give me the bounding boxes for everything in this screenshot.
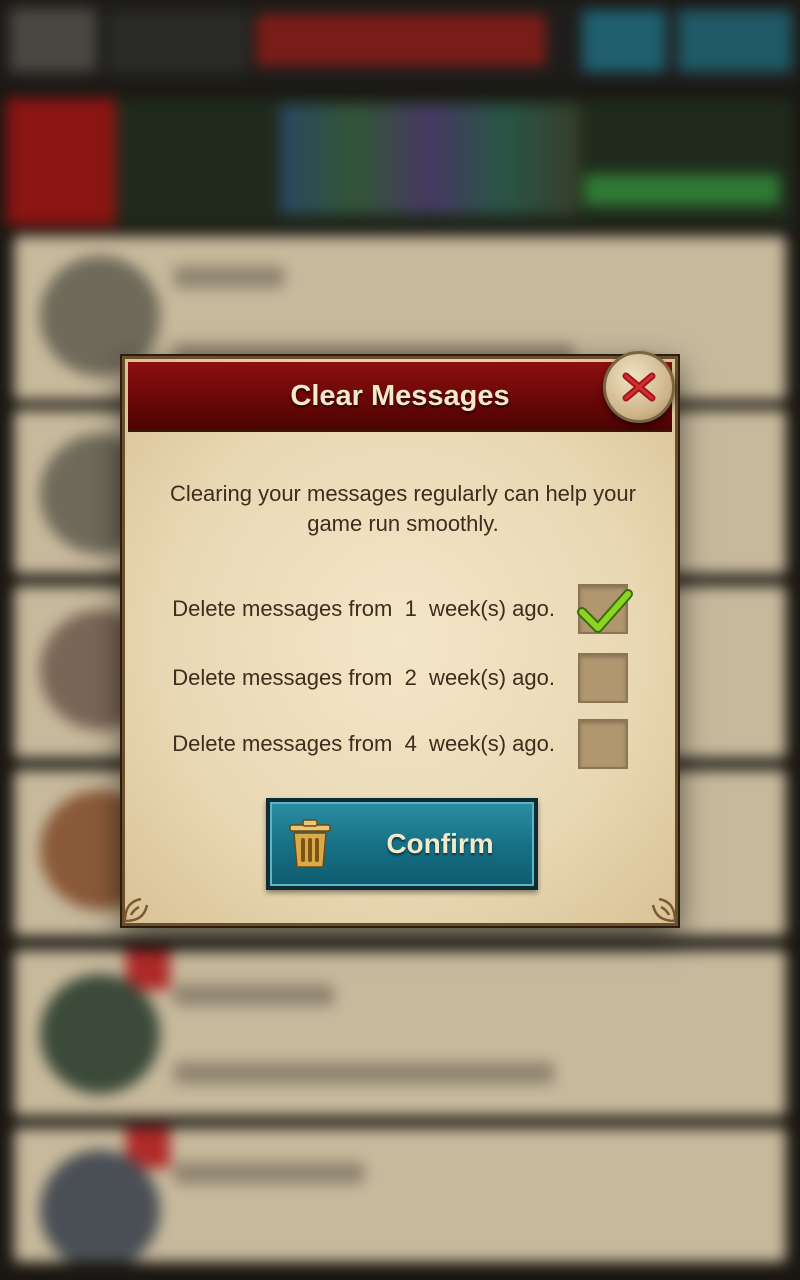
background-teal-button [678,10,792,72]
clear-messages-dialog: Clear Messages Clearing your messages re… [122,351,678,926]
background-teal-button [582,10,666,72]
checkbox-4-weeks[interactable] [578,719,628,769]
dialog-title: Clear Messages [290,380,510,412]
background-banner-art [280,104,580,214]
background-banner-red [6,98,116,226]
close-button[interactable] [603,351,675,423]
background-red-button [256,14,546,66]
option-label: Delete messages from 4 week(s) ago. [172,731,555,756]
background-message-row [14,1128,786,1270]
checkmark-icon [577,589,633,633]
option-label: Delete messages from 2 week(s) ago. [172,665,555,690]
dialog-header: Clear Messages [128,362,672,432]
trash-icon [289,819,331,868]
checkbox-2-weeks[interactable] [578,653,628,703]
close-x-icon [622,372,656,402]
option-label: Delete messages from 1 week(s) ago. [172,596,555,621]
background-banner-button [584,174,780,206]
corner-ornament [123,897,149,923]
background-bottom-bar [0,1262,800,1280]
option-4-weeks[interactable]: Delete messages from 4 week(s) ago. [125,719,675,769]
option-2-weeks[interactable]: Delete messages from 2 week(s) ago. [125,653,675,703]
confirm-button[interactable]: Confirm [266,798,538,890]
dialog-description: Clearing your messages regularly can hel… [170,481,636,536]
checkbox-1-week[interactable] [577,584,633,634]
background-text-line [174,266,284,288]
corner-ornament [651,897,677,923]
background-text-line [174,1162,364,1184]
background-avatar [40,974,160,1094]
background-text-line [174,1062,554,1084]
background-text-line [174,984,334,1006]
background-avatar [40,1150,160,1270]
background-home-icon [10,8,96,72]
background-top-bar [0,0,800,84]
background-message-row [14,950,786,1116]
option-1-week[interactable]: Delete messages from 1 week(s) ago. [125,584,675,634]
background-panel [108,12,248,72]
confirm-label: Confirm [386,828,494,859]
